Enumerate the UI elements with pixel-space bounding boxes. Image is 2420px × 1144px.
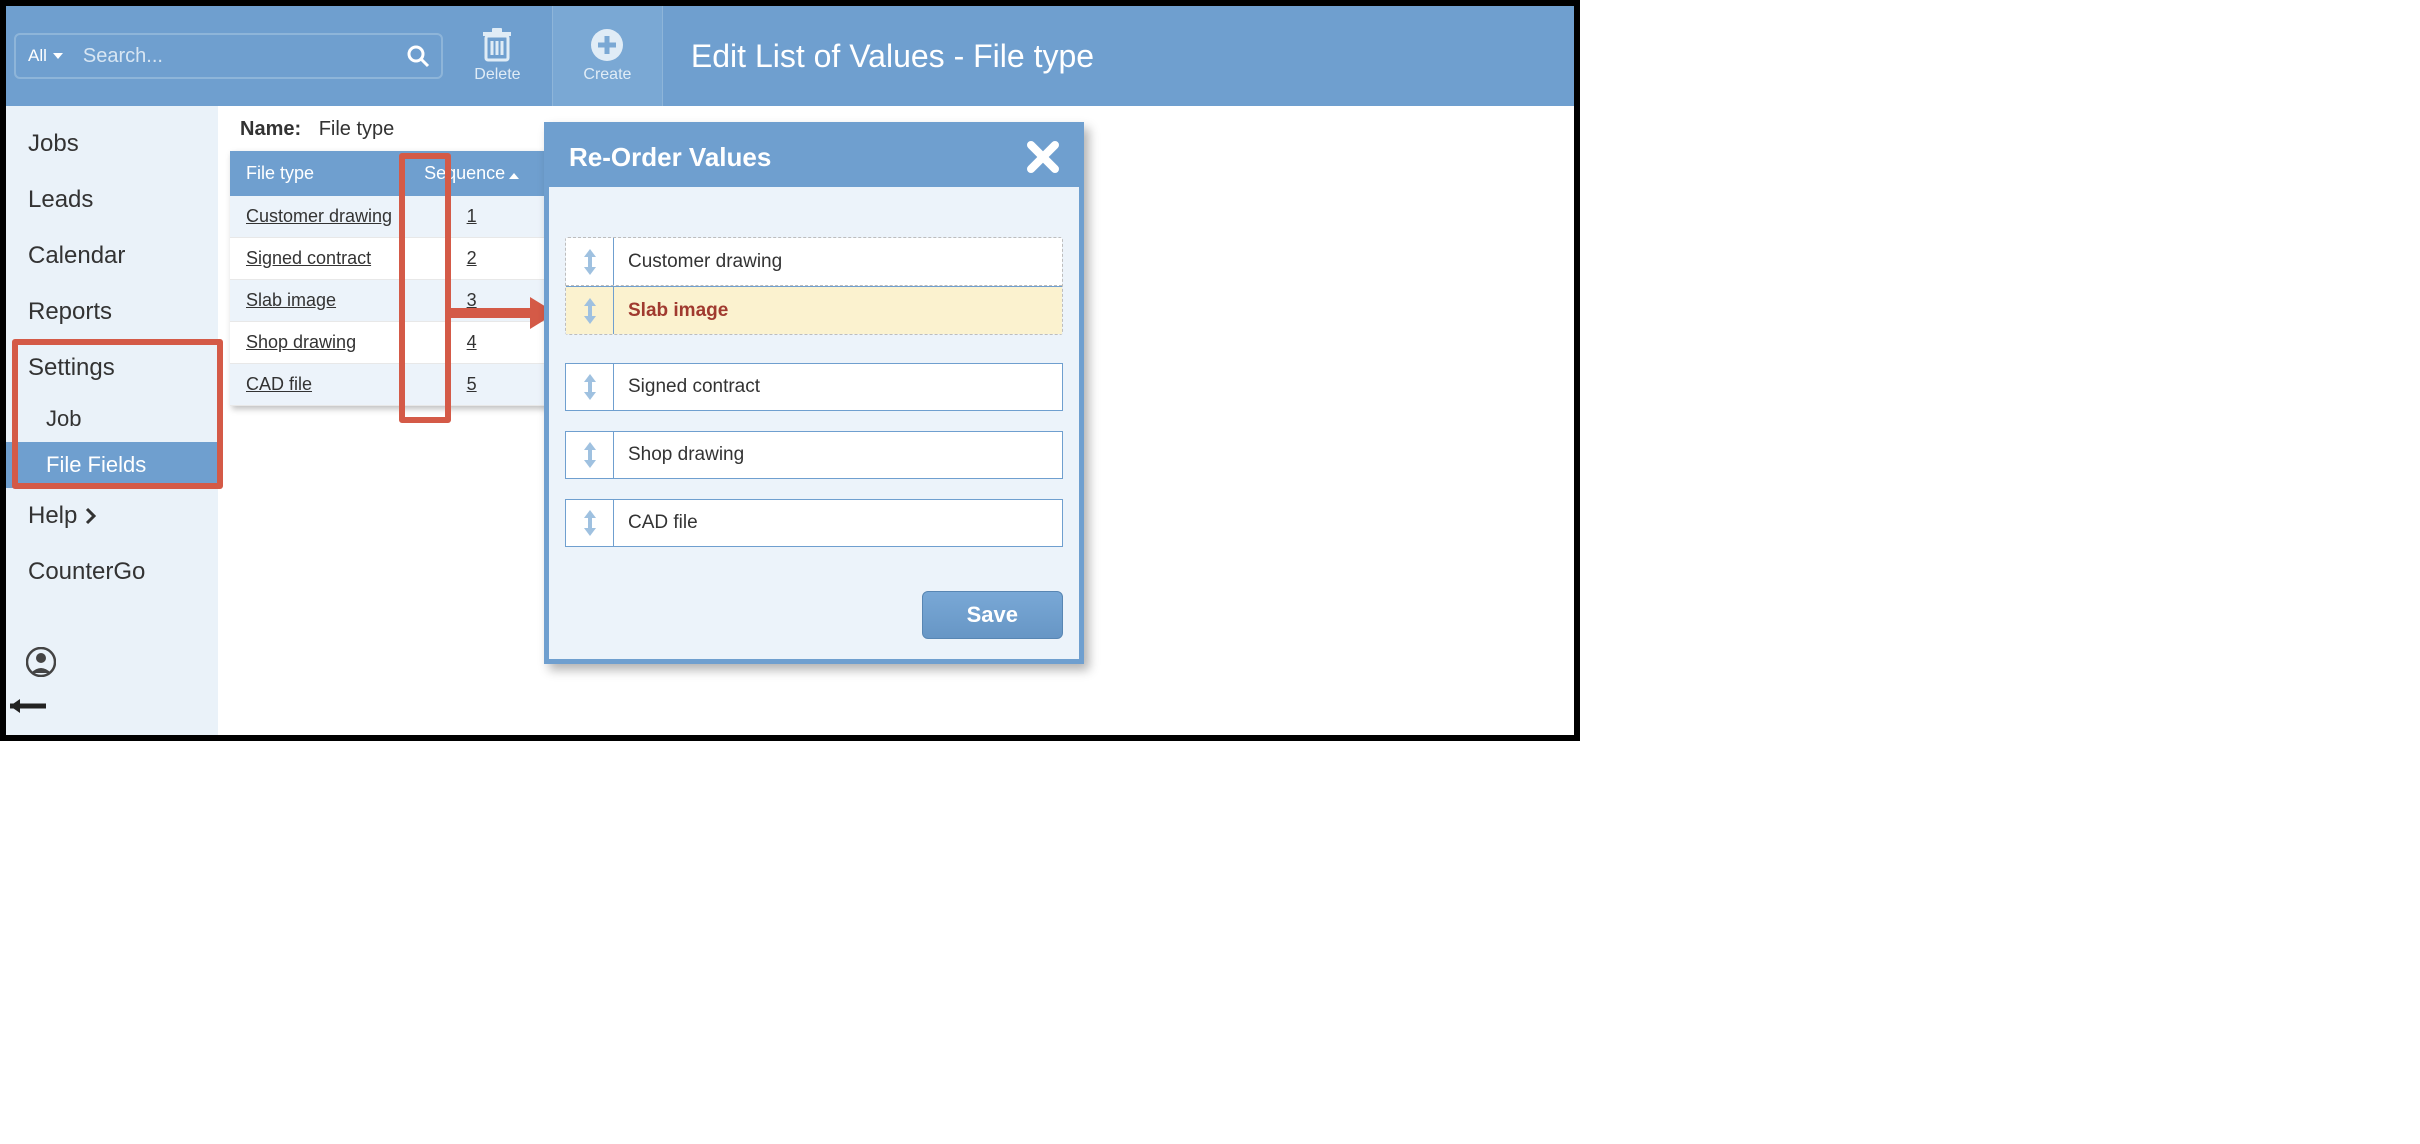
sidebar-item-calendar[interactable]: Calendar: [6, 228, 218, 284]
table-row[interactable]: CAD file5: [230, 364, 567, 406]
name-value: File type: [319, 118, 395, 140]
plus-circle-icon: [590, 28, 624, 62]
topbar: All Delete C: [6, 6, 1574, 106]
reorder-item[interactable]: Signed contract: [565, 363, 1063, 411]
drag-handle[interactable]: [566, 432, 614, 478]
sidebar-item-settings[interactable]: Settings: [6, 340, 218, 396]
collapse-sidebar-button[interactable]: [6, 697, 218, 735]
user-icon: [26, 647, 56, 677]
drag-handle[interactable]: [566, 500, 614, 546]
col-sequence[interactable]: Sequence: [408, 151, 535, 196]
search-group: All: [14, 33, 443, 79]
modal-close-button[interactable]: [1027, 141, 1059, 173]
drag-handle[interactable]: [566, 364, 614, 410]
modal-footer: Save: [549, 587, 1079, 659]
caret-down-icon: [53, 53, 63, 59]
search-filter-label: All: [28, 46, 47, 66]
reorder-item-label: Shop drawing: [614, 444, 758, 466]
user-menu[interactable]: [6, 627, 218, 697]
arrow-left-icon: [6, 697, 48, 715]
drag-vertical-icon: [582, 372, 598, 402]
reorder-item-label: Signed contract: [614, 376, 774, 398]
drag-vertical-icon: [582, 440, 598, 470]
reorder-drop-zone: Customer drawing Slab image: [565, 237, 1063, 335]
drag-vertical-icon: [582, 296, 598, 326]
sidebar-item-leads[interactable]: Leads: [6, 172, 218, 228]
sidebar-item-countergo[interactable]: CounterGo: [6, 544, 218, 600]
delete-button[interactable]: Delete: [443, 6, 553, 106]
search-input[interactable]: [75, 45, 395, 68]
table-row[interactable]: Slab image3: [230, 280, 567, 322]
reorder-modal: Re-Order Values Customer drawing: [544, 122, 1084, 664]
table-row[interactable]: Shop drawing4: [230, 322, 567, 364]
modal-header: Re-Order Values: [549, 127, 1079, 187]
drag-vertical-icon: [582, 508, 598, 538]
modal-body: Customer drawing Slab image Signed contr…: [549, 187, 1079, 587]
drag-handle[interactable]: [566, 238, 614, 285]
chevron-right-icon: [85, 507, 97, 525]
modal-title: Re-Order Values: [569, 142, 771, 173]
trash-icon: [482, 28, 512, 62]
search-filter-dropdown[interactable]: All: [16, 46, 75, 66]
reorder-item-label: Customer drawing: [614, 251, 796, 273]
reorder-item[interactable]: Shop drawing: [565, 431, 1063, 479]
sidebar-sub-file-fields[interactable]: File Fields: [6, 442, 218, 488]
sidebar-item-reports[interactable]: Reports: [6, 284, 218, 340]
reorder-item[interactable]: CAD file: [565, 499, 1063, 547]
values-table: File type Sequence Customer drawing1 Sig…: [230, 151, 567, 406]
table-row[interactable]: Signed contract2: [230, 238, 567, 280]
reorder-item-label: CAD file: [614, 512, 712, 534]
sort-asc-icon: [509, 173, 519, 179]
page-title: Edit List of Values - File type: [691, 38, 1094, 75]
delete-label: Delete: [474, 66, 520, 84]
create-label: Create: [583, 66, 631, 84]
table-row[interactable]: Customer drawing1: [230, 196, 567, 238]
reorder-item-label: Slab image: [614, 300, 742, 322]
sidebar-sub-job[interactable]: Job: [6, 396, 218, 442]
sidebar-item-help[interactable]: Help: [6, 488, 218, 544]
drag-handle[interactable]: [566, 287, 614, 334]
search-icon: [406, 44, 430, 68]
help-label: Help: [28, 502, 77, 530]
col-filetype[interactable]: File type: [230, 151, 408, 196]
reorder-item[interactable]: Customer drawing: [566, 238, 1062, 286]
reorder-item-dragging[interactable]: Slab image: [566, 286, 1062, 334]
name-label: Name:: [240, 118, 301, 140]
close-icon: [1027, 141, 1059, 173]
save-button[interactable]: Save: [922, 591, 1063, 639]
create-button[interactable]: Create: [553, 6, 663, 106]
search-button[interactable]: [395, 35, 441, 77]
sidebar: Jobs Leads Calendar Reports Settings Job…: [6, 106, 218, 735]
sidebar-item-jobs[interactable]: Jobs: [6, 116, 218, 172]
drag-vertical-icon: [582, 247, 598, 277]
